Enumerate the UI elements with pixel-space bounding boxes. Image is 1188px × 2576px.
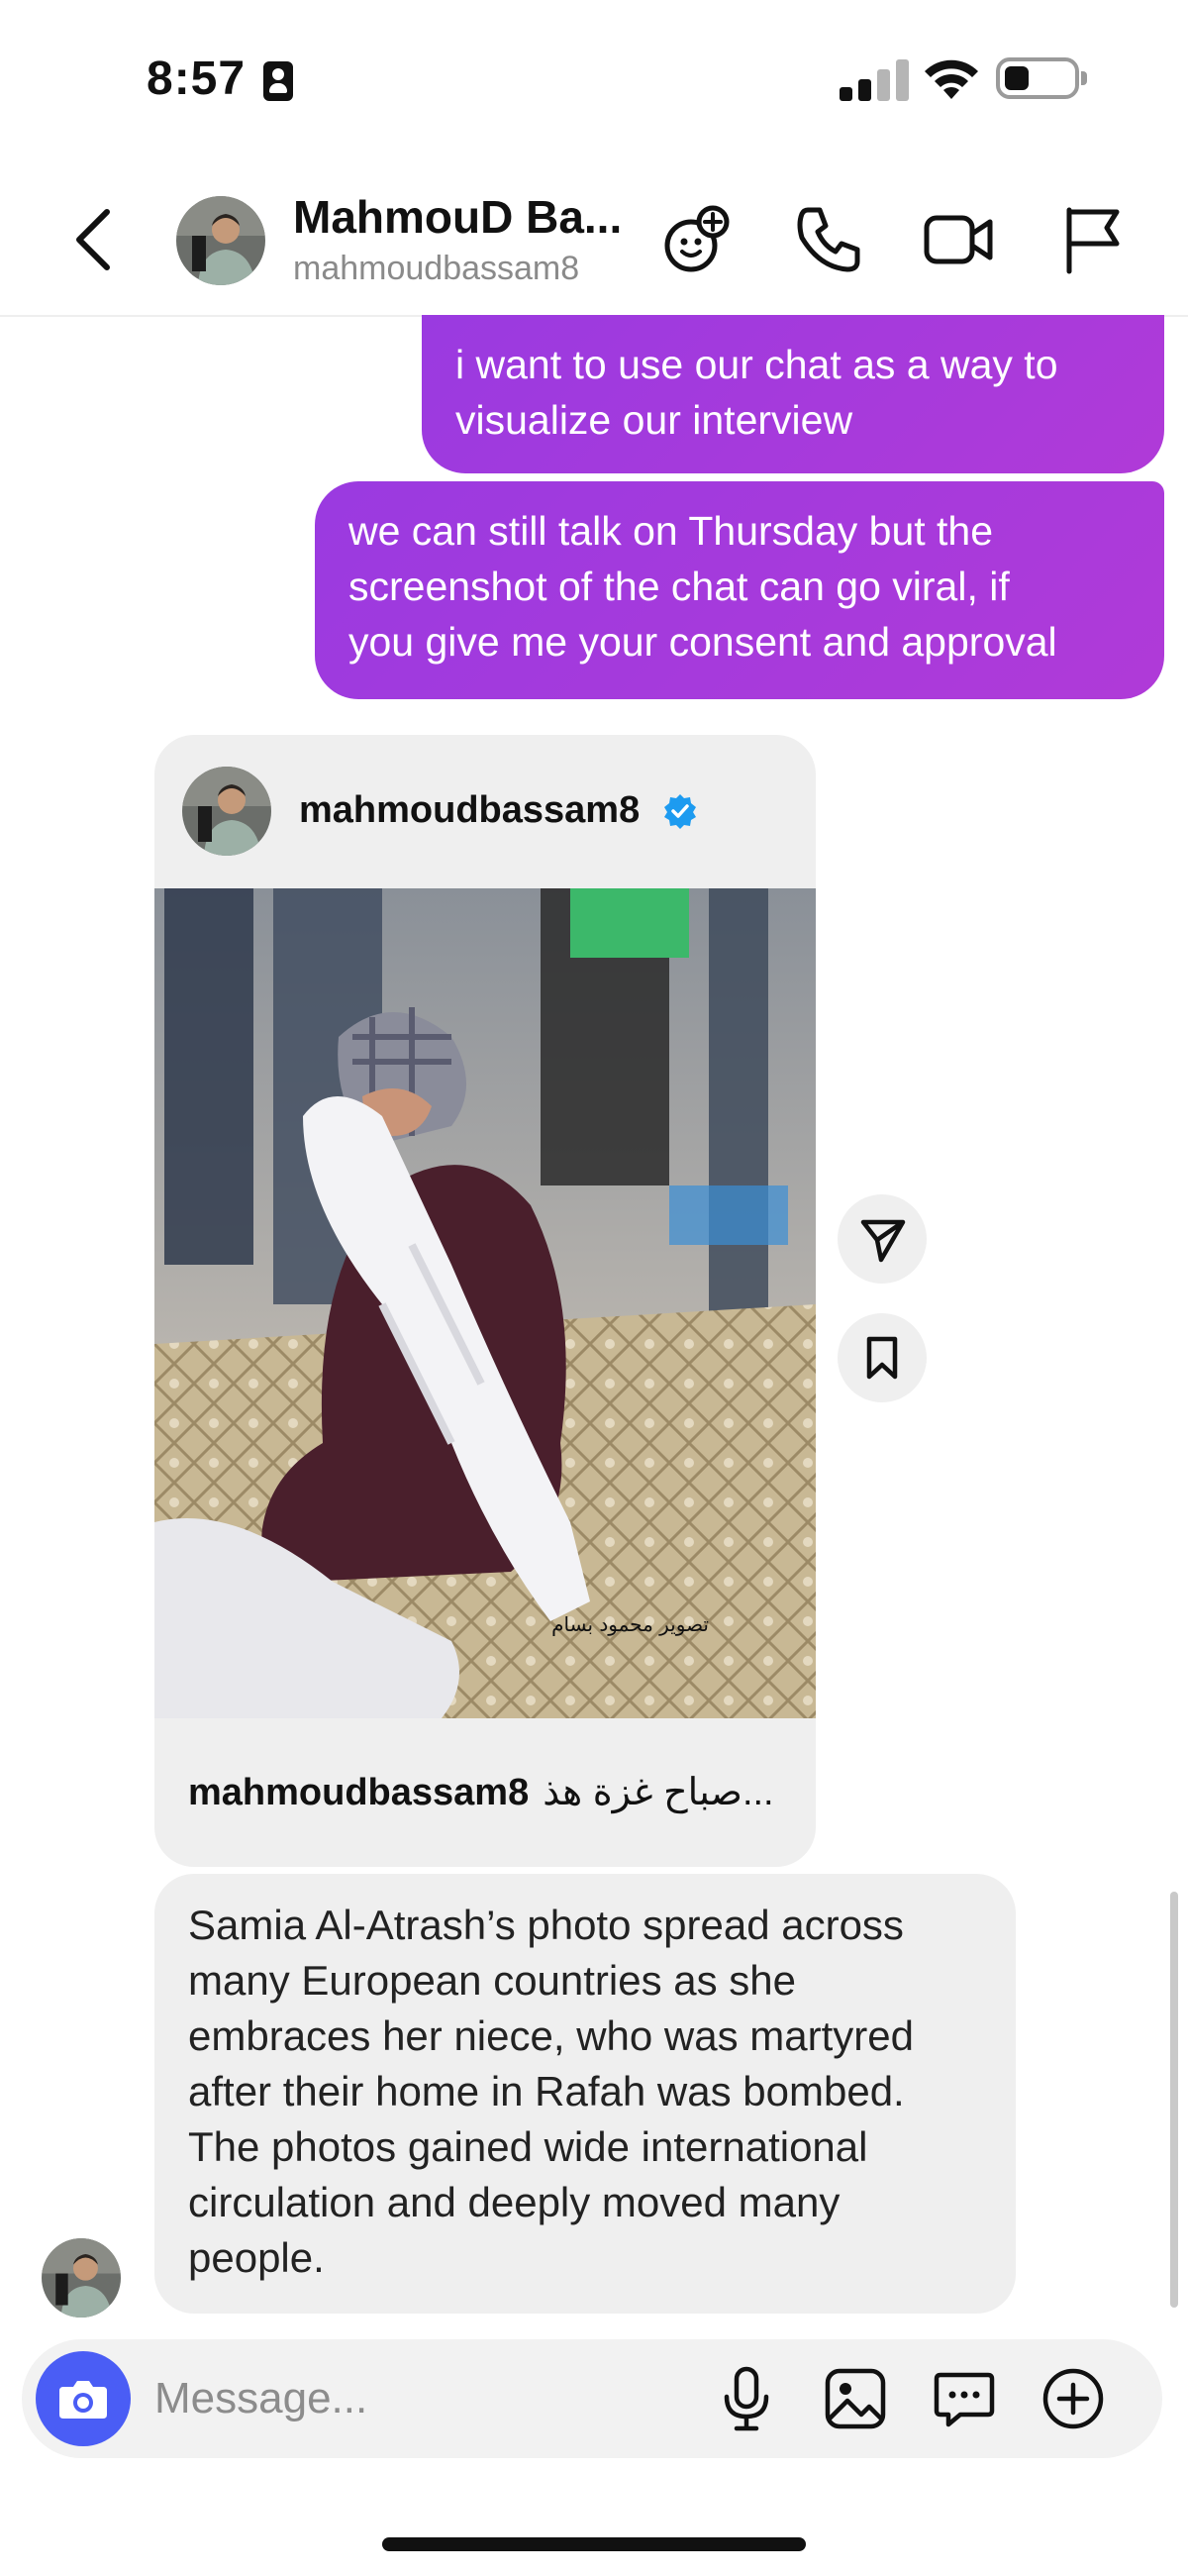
avatar[interactable] (176, 196, 265, 285)
message-line: after their home in Rafah was bombed. (188, 2068, 905, 2114)
status-time: 8:57 (147, 52, 247, 105)
message-line: The photos gained wide international (188, 2123, 868, 2170)
outgoing-message[interactable]: i want to use our chat as a way to visua… (422, 315, 1164, 473)
chat-header: MahmouD Ba... mahmoudbassam8 (0, 158, 1188, 317)
avatar[interactable] (42, 2238, 121, 2318)
contact-username[interactable]: mahmoudbassam8 (293, 250, 579, 288)
avatar[interactable] (182, 767, 271, 856)
post-username[interactable]: mahmoudbassam8 (299, 789, 640, 832)
wifi-icon (925, 59, 978, 99)
focus-person-icon (263, 61, 293, 101)
photo-watermark: تصوير محمود بسام (551, 1612, 709, 1636)
message-composer (22, 2339, 1162, 2458)
message-line: Samia Al-Atrash’s photo spread across (188, 1902, 904, 1948)
camera-icon (59, 2381, 107, 2419)
message-line: i want to use our chat as a way to (455, 342, 1058, 387)
message-line: you give me your consent and approval (348, 619, 1057, 665)
status-bar: 8:57 (0, 0, 1188, 158)
microphone-icon[interactable] (709, 2361, 784, 2436)
plus-icon[interactable] (1036, 2361, 1111, 2436)
message-line: we can still talk on Thursday but the (348, 508, 994, 554)
verified-badge-icon (664, 794, 696, 829)
shared-post[interactable]: mahmoudbassam8 تصوير محمود بسام mahmoudb… (154, 735, 816, 1867)
outgoing-message[interactable]: we can still talk on Thursday but the sc… (315, 481, 1164, 699)
message-line: circulation and deeply moved many (188, 2179, 841, 2225)
bookmark-icon (866, 1336, 898, 1380)
flag-icon[interactable] (1053, 200, 1133, 279)
cellular-signal-icon (840, 59, 909, 101)
phone-icon[interactable] (788, 200, 867, 279)
scrollbar[interactable] (1170, 1892, 1178, 2308)
effects-icon[interactable] (657, 200, 737, 279)
send-icon (860, 1219, 906, 1263)
message-line: many European countries as she (188, 1957, 797, 2004)
post-image[interactable]: تصوير محمود بسام (154, 888, 816, 1718)
caption-text: صباح غزة هذ... (543, 1772, 774, 1813)
battery-icon (996, 57, 1087, 99)
video-icon[interactable] (919, 200, 998, 279)
message-line: people. (188, 2234, 325, 2281)
share-button[interactable] (838, 1194, 927, 1284)
contact-name[interactable]: MahmouD Ba... (293, 190, 630, 244)
sticker-icon[interactable] (927, 2361, 1002, 2436)
camera-button[interactable] (36, 2351, 131, 2446)
message-line: visualize our interview (455, 397, 853, 443)
home-indicator[interactable] (382, 2537, 806, 2551)
caption-username: mahmoudbassam8 (188, 1772, 530, 1813)
message-line: embraces her niece, who was martyred (188, 2012, 914, 2059)
image-icon[interactable] (818, 2361, 893, 2436)
message-input[interactable] (154, 2367, 709, 2430)
message-line: screenshot of the chat can go viral, if (348, 564, 1010, 609)
back-icon[interactable] (61, 200, 131, 279)
incoming-message[interactable]: Samia Al-Atrash’s photo spread across ma… (154, 1874, 1016, 2314)
post-caption[interactable]: mahmoudbassam8 صباح غزة هذ... (188, 1770, 774, 1814)
save-button[interactable] (838, 1313, 927, 1402)
